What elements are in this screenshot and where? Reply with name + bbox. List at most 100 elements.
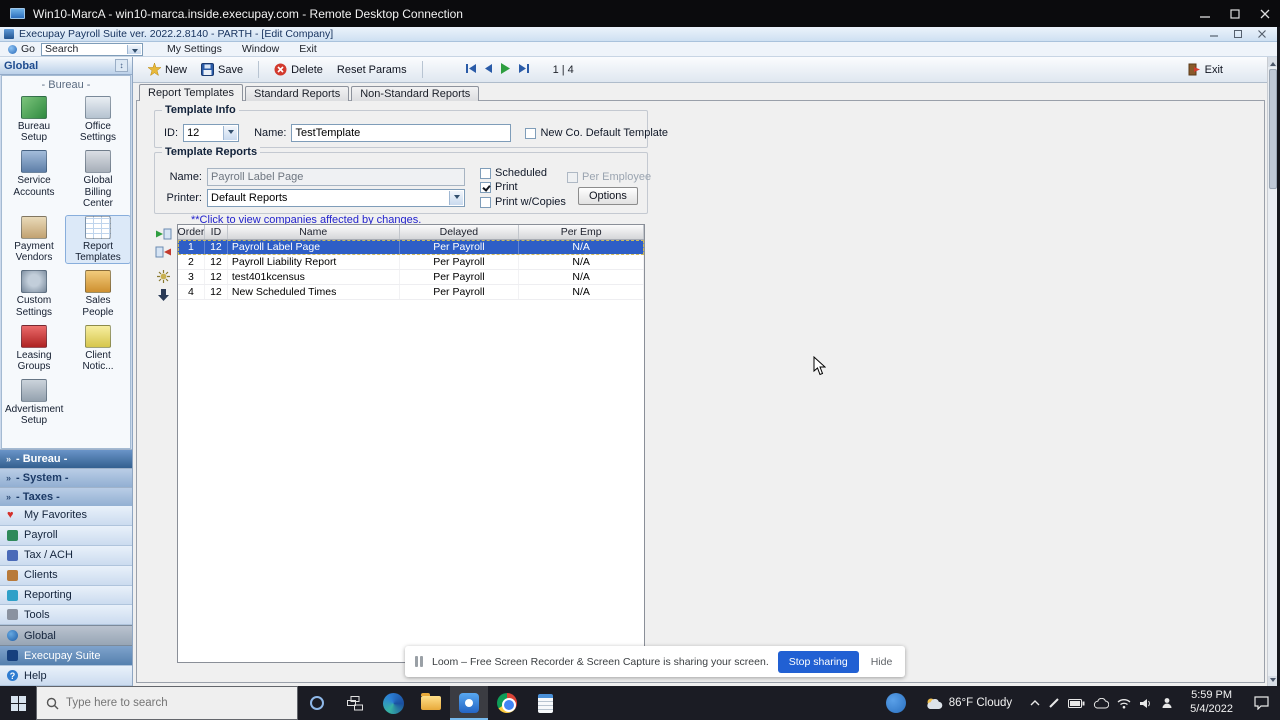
sidebar-item-global-billing-center[interactable]: Global Billing Center	[66, 150, 130, 209]
template-reports-grid[interactable]: Order ID Name Delayed Per Emp 1 12 Payro…	[177, 224, 645, 663]
app-maximize-icon[interactable]	[1228, 28, 1248, 41]
checkbox-icon[interactable]	[525, 127, 537, 139]
options-button[interactable]: Options	[578, 187, 638, 205]
tab-standard-reports[interactable]: Standard Reports	[245, 86, 350, 101]
column-header[interactable]: Delayed	[400, 225, 520, 239]
checkbox-icon[interactable]	[480, 196, 491, 208]
sidebar-item-my-favorites[interactable]: ♥ My Favorites	[0, 506, 132, 526]
sidebar-group-bureau[interactable]: » - Bureau -	[0, 449, 132, 468]
taskbar-weather[interactable]: 86°F Cloudy	[915, 686, 1022, 720]
first-record-icon[interactable]	[465, 63, 477, 77]
hidden-icons-chevron-icon[interactable]	[1030, 699, 1040, 707]
app-close-icon[interactable]	[1252, 28, 1272, 41]
table-row[interactable]: 1 12 Payroll Label Page Per Payroll N/A	[178, 240, 644, 255]
sidebar-item-payroll[interactable]: Payroll	[0, 525, 132, 546]
action-center-button[interactable]	[1242, 686, 1280, 720]
sidebar-item-tools[interactable]: Tools	[0, 605, 132, 626]
last-record-icon[interactable]	[518, 63, 530, 77]
cortana-button[interactable]	[298, 686, 336, 720]
sidebar-item-custom-settings[interactable]: Custom Settings	[2, 270, 66, 318]
battery-icon[interactable]	[1068, 698, 1085, 708]
sidebar-group-system[interactable]: » - System -	[0, 468, 132, 487]
menu-window[interactable]: Window	[232, 43, 289, 55]
network-wifi-icon[interactable]	[1117, 698, 1131, 709]
column-header[interactable]: ID	[205, 225, 228, 239]
taskbar-app-rdp[interactable]	[450, 686, 488, 720]
taskbar-app-edge[interactable]	[374, 686, 412, 720]
next-record-icon[interactable]	[500, 62, 511, 78]
template-id-combobox[interactable]: 12	[183, 124, 240, 142]
taskbar-clock[interactable]: 5:59 PM 5/4/2022	[1181, 686, 1242, 720]
taskbar-app-explorer[interactable]	[412, 686, 450, 720]
checkbox-icon[interactable]	[480, 167, 491, 179]
move-row-down-button[interactable]	[154, 287, 173, 302]
rdp-close-icon[interactable]	[1250, 0, 1280, 27]
start-button[interactable]	[0, 686, 36, 720]
sidebar-item-report-templates[interactable]: Report Templates	[65, 214, 130, 265]
new-co-default-checkbox[interactable]: New Co. Default Template	[525, 127, 668, 139]
delete-button[interactable]: Delete	[267, 61, 330, 78]
printer-combobox[interactable]: Default Reports	[207, 189, 465, 207]
pen-icon[interactable]	[1048, 697, 1060, 709]
new-button[interactable]: New	[141, 61, 194, 78]
rdp-minimize-icon[interactable]	[1190, 0, 1220, 27]
table-row[interactable]: 4 12 New Scheduled Times Per Payroll N/A	[178, 285, 644, 300]
taskbar-search[interactable]	[36, 686, 298, 720]
template-name-input[interactable]	[291, 124, 512, 142]
sidebar-item-clients[interactable]: Clients	[0, 565, 132, 586]
checkbox-checked-icon[interactable]	[480, 181, 491, 193]
exit-button[interactable]: Exit	[1181, 61, 1230, 78]
taskbar-app-people[interactable]	[877, 686, 915, 720]
sidebar-item-help[interactable]: ? Help	[0, 666, 132, 687]
print-checkbox[interactable]: Print	[480, 181, 518, 193]
sidebar-item-client-notices[interactable]: Client Notic...	[66, 324, 130, 372]
taskbar-app-notepad[interactable]	[526, 686, 564, 720]
sidebar-item-execupay-suite[interactable]: Execupay Suite	[0, 646, 132, 667]
sidebar-item-office-settings[interactable]: Office Settings	[66, 96, 130, 143]
tab-report-templates[interactable]: Report Templates	[139, 84, 244, 101]
scroll-down-icon[interactable]	[1268, 676, 1277, 686]
column-header[interactable]: Per Emp	[519, 225, 644, 239]
menu-my-settings[interactable]: My Settings	[157, 43, 232, 55]
onedrive-cloud-icon[interactable]	[1093, 697, 1110, 709]
app-minimize-icon[interactable]	[1204, 28, 1224, 41]
tab-non-standard-reports[interactable]: Non-Standard Reports	[351, 86, 480, 101]
stop-sharing-button[interactable]: Stop sharing	[777, 650, 859, 673]
table-row[interactable]: 3 12 test401kcensus Per Payroll N/A	[178, 270, 644, 285]
sidebar-item-global[interactable]: Global	[0, 625, 132, 647]
rdp-restore-icon[interactable]	[1220, 0, 1250, 27]
row-properties-button[interactable]	[154, 269, 173, 284]
scheduled-checkbox[interactable]: Scheduled	[480, 167, 547, 179]
menu-search-combobox[interactable]: Search	[41, 42, 144, 56]
scroll-up-icon[interactable]	[1268, 57, 1277, 67]
taskbar-search-input[interactable]	[66, 697, 271, 709]
sidebar-item-advertisment-setup[interactable]: Advertisment Setup	[2, 379, 66, 426]
sidebar-item-sales-people[interactable]: Sales People	[66, 270, 130, 318]
sidebar-group-taxes[interactable]: » - Taxes -	[0, 487, 132, 506]
go-button[interactable]: Go	[0, 43, 41, 55]
sidebar-item-leasing-groups[interactable]: Leasing Groups	[2, 324, 66, 372]
column-header[interactable]: Name	[228, 225, 400, 239]
taskbar-app-chrome[interactable]	[488, 686, 526, 720]
save-button[interactable]: Save	[194, 61, 250, 78]
previous-record-icon[interactable]	[484, 63, 493, 77]
person-icon[interactable]	[1161, 697, 1173, 709]
sidebar-item-tax-ach[interactable]: Tax / ACH	[0, 545, 132, 566]
reset-params-button[interactable]: Reset Params	[330, 62, 414, 78]
table-row[interactable]: 2 12 Payroll Liability Report Per Payrol…	[178, 255, 644, 270]
remove-row-button[interactable]	[154, 244, 173, 259]
sidebar-item-bureau-setup[interactable]: Bureau Setup	[2, 96, 66, 143]
sidebar-item-service-accounts[interactable]: Service Accounts	[2, 150, 66, 209]
scrollbar-thumb[interactable]	[1269, 69, 1277, 189]
hide-button[interactable]: Hide	[868, 656, 896, 668]
print-w-copies-checkbox[interactable]: Print w/Copies	[480, 196, 566, 208]
sidebar-item-reporting[interactable]: Reporting	[0, 585, 132, 606]
volume-icon[interactable]	[1139, 698, 1153, 709]
vertical-scrollbar[interactable]	[1267, 57, 1277, 686]
task-view-button[interactable]	[336, 686, 374, 720]
sidebar-item-payment-vendors[interactable]: Payment Vendors	[2, 215, 66, 263]
menu-exit[interactable]: Exit	[289, 43, 327, 55]
add-row-button[interactable]	[154, 226, 173, 241]
column-header[interactable]: Order	[178, 225, 205, 239]
sidebar-collapse-icon[interactable]: ↕	[115, 59, 128, 72]
